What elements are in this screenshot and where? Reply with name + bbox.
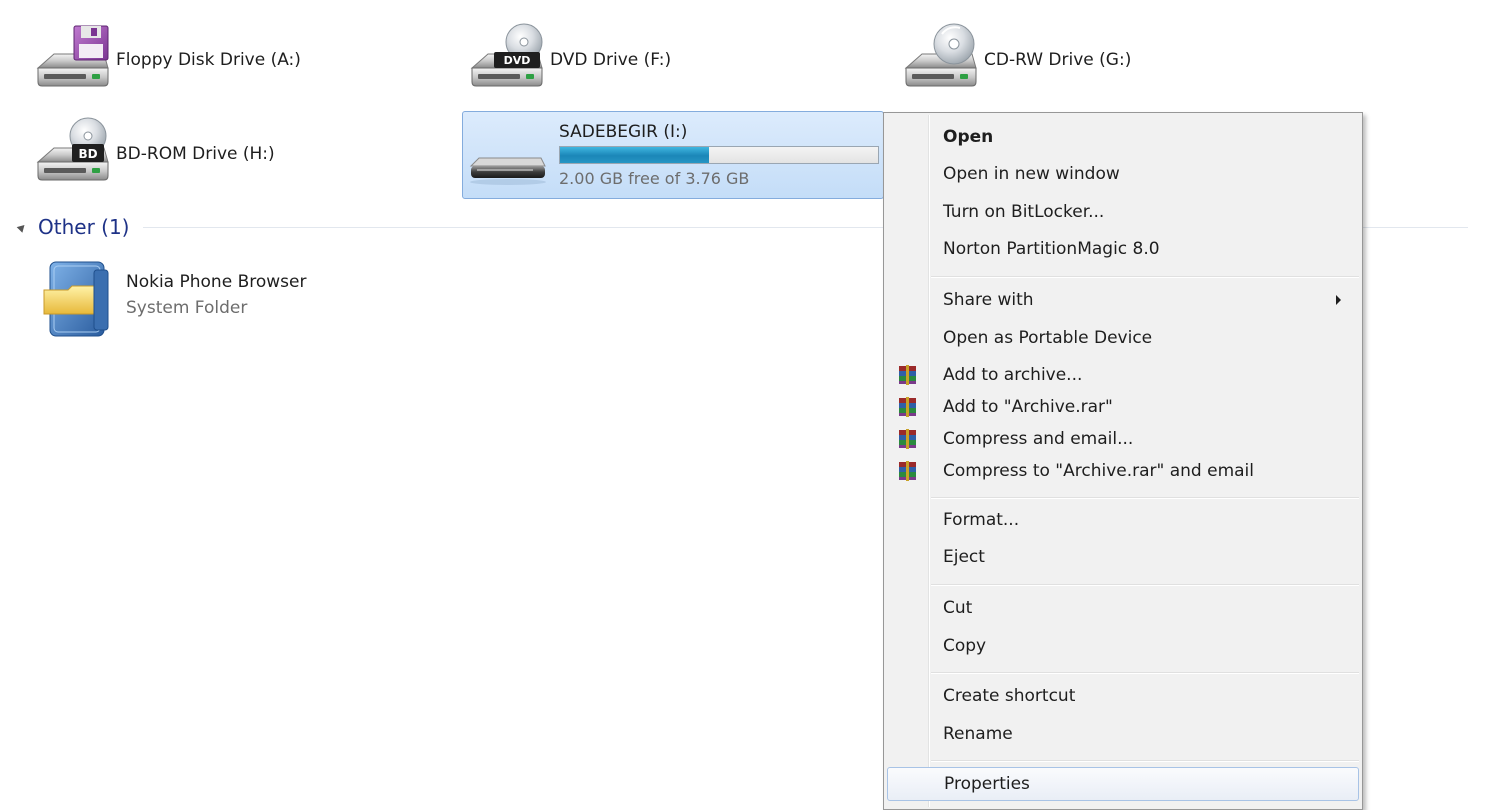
menu-item-label: Compress and email... xyxy=(943,429,1134,449)
floppy-drive-icon xyxy=(32,22,116,98)
nokia-info: Nokia Phone Browser System Folder xyxy=(126,256,306,318)
menu-item-eject[interactable]: Eject xyxy=(887,540,1359,574)
menu-item-label: Open in new window xyxy=(943,164,1120,184)
context-menu: Open Open in new window Turn on BitLocke… xyxy=(883,112,1363,810)
menu-item-label: Open as Portable Device xyxy=(943,328,1153,348)
capacity-bar xyxy=(559,146,879,164)
menu-item-label: Add to archive... xyxy=(943,365,1083,385)
submenu-arrow-icon xyxy=(1336,295,1341,305)
menu-item-label: Eject xyxy=(943,547,985,567)
winrar-icon xyxy=(899,397,916,417)
menu-item-label: Cut xyxy=(943,598,973,618)
drive-usb-i-selected[interactable]: SADEBEGIR (I:) 2.00 GB free of 3.76 GB xyxy=(462,111,884,199)
menu-item-open[interactable]: Open xyxy=(887,120,1359,154)
item-name: Nokia Phone Browser xyxy=(126,272,307,292)
capacity-bar-fill xyxy=(560,147,709,163)
dvd-drive-icon: DVD xyxy=(466,22,550,98)
menu-item-label: Create shortcut xyxy=(943,686,1076,706)
menu-item-copy[interactable]: Copy xyxy=(887,629,1359,663)
menu-separator xyxy=(931,584,1359,586)
menu-item-properties[interactable]: Properties xyxy=(887,767,1359,801)
dvd-badge-text: DVD xyxy=(504,54,531,67)
menu-item-label: Compress to "Archive.rar" and email xyxy=(943,461,1255,481)
menu-item-partitionmagic[interactable]: Norton PartitionMagic 8.0 xyxy=(887,232,1359,266)
menu-item-bitlocker[interactable]: Turn on BitLocker... xyxy=(887,195,1359,229)
menu-item-label: Properties xyxy=(944,774,1030,794)
menu-item-share-with[interactable]: Share with xyxy=(887,283,1359,317)
collapse-triangle-icon[interactable] xyxy=(16,221,28,233)
drive-floppy-a[interactable]: Floppy Disk Drive (A:) xyxy=(32,22,432,98)
system-folder-icon xyxy=(40,256,126,342)
nokia-phone-browser-item[interactable]: Nokia Phone Browser System Folder xyxy=(40,256,460,342)
menu-item-add-to-archive-rar[interactable]: Add to "Archive.rar" xyxy=(887,390,1359,424)
menu-item-rename[interactable]: Rename xyxy=(887,717,1359,751)
bd-badge-text: BD xyxy=(78,147,97,161)
drive-name: DVD Drive (F:) xyxy=(550,50,672,70)
drive-bdrom-h[interactable]: BD BD-ROM Drive (H:) xyxy=(32,116,432,192)
menu-item-label: Share with xyxy=(943,290,1034,310)
usb-drive-info: SADEBEGIR (I:) 2.00 GB free of 3.76 GB xyxy=(553,122,879,188)
winrar-icon xyxy=(899,365,916,385)
menu-separator xyxy=(931,760,1359,762)
menu-item-compress-rar-email[interactable]: Compress to "Archive.rar" and email xyxy=(887,454,1359,488)
cd-drive-icon xyxy=(900,22,984,98)
menu-item-compress-email[interactable]: Compress and email... xyxy=(887,422,1359,456)
menu-item-label: Add to "Archive.rar" xyxy=(943,397,1113,417)
menu-separator xyxy=(931,672,1359,674)
drive-name: CD-RW Drive (G:) xyxy=(984,50,1132,70)
menu-item-create-shortcut[interactable]: Create shortcut xyxy=(887,679,1359,713)
free-space-text: 2.00 GB free of 3.76 GB xyxy=(559,169,750,188)
menu-item-label: Norton PartitionMagic 8.0 xyxy=(943,239,1160,259)
menu-separator xyxy=(931,497,1359,499)
menu-item-format[interactable]: Format... xyxy=(887,503,1359,537)
winrar-icon xyxy=(899,461,916,481)
drive-dvd-f[interactable]: DVD DVD Drive (F:) xyxy=(466,22,866,98)
group-header-label: Other (1) xyxy=(38,215,130,239)
menu-item-open-new-window[interactable]: Open in new window xyxy=(887,157,1359,191)
menu-item-label: Copy xyxy=(943,636,987,656)
drive-name: BD-ROM Drive (H:) xyxy=(116,144,275,164)
winrar-icon xyxy=(899,429,916,449)
menu-item-cut[interactable]: Cut xyxy=(887,591,1359,625)
bd-drive-icon: BD xyxy=(32,116,116,192)
menu-item-label: Turn on BitLocker... xyxy=(943,202,1105,222)
item-type: System Folder xyxy=(126,298,248,318)
usb-drive-icon xyxy=(463,112,553,198)
explorer-content-pane: Floppy Disk Drive (A:) DVD DVD Drive (F:… xyxy=(0,0,1488,810)
menu-item-label: Format... xyxy=(943,510,1020,530)
menu-item-add-to-archive[interactable]: Add to archive... xyxy=(887,358,1359,392)
drive-name: SADEBEGIR (I:) xyxy=(559,122,688,142)
drive-cdrw-g[interactable]: CD-RW Drive (G:) xyxy=(900,22,1300,98)
menu-item-label: Rename xyxy=(943,724,1013,744)
menu-item-label: Open xyxy=(943,127,994,147)
drive-name: Floppy Disk Drive (A:) xyxy=(116,50,301,70)
menu-item-portable-device[interactable]: Open as Portable Device xyxy=(887,321,1359,355)
menu-separator xyxy=(931,276,1359,278)
